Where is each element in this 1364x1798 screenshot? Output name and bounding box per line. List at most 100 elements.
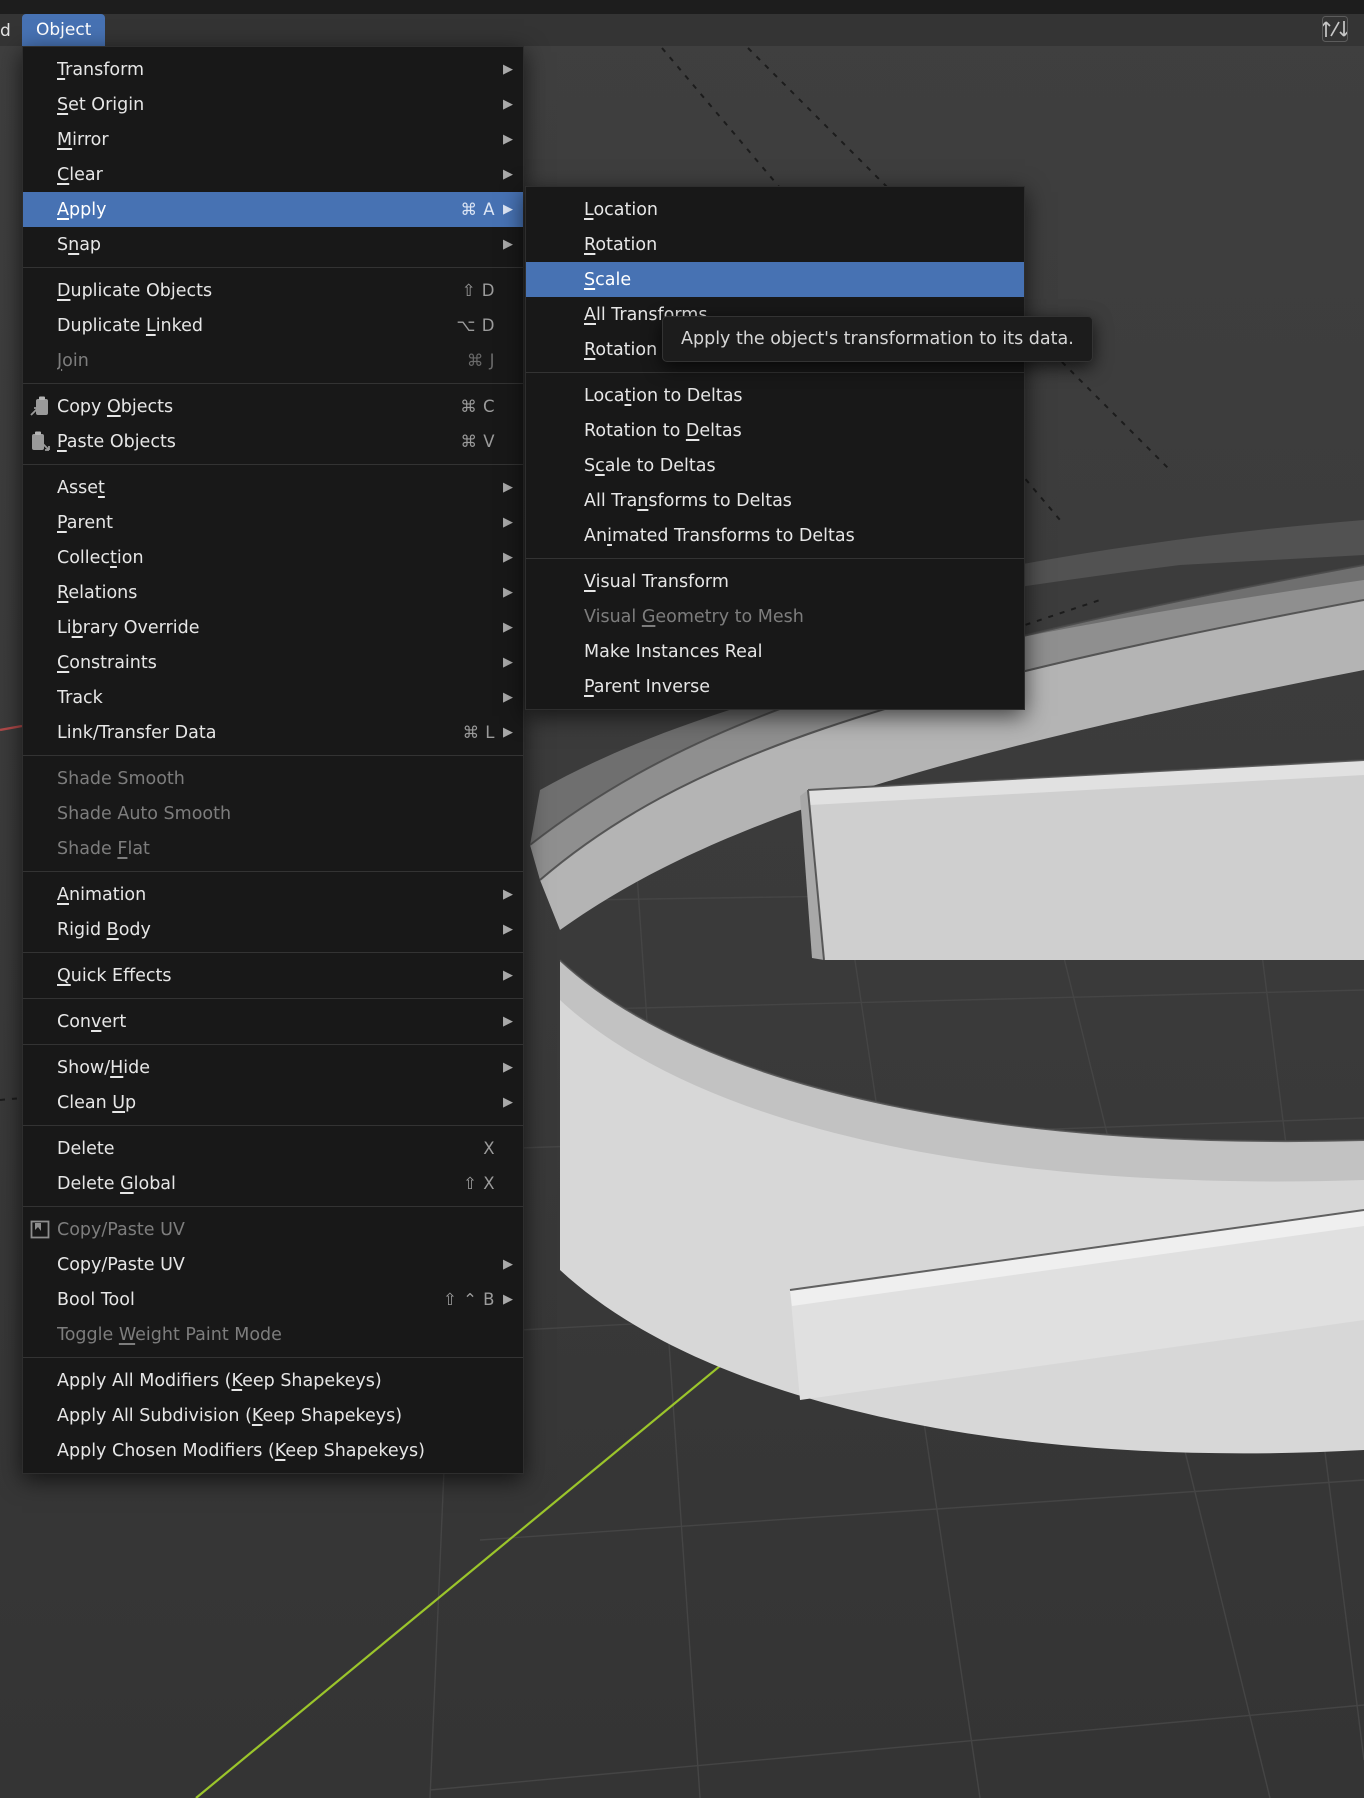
menu-item-label: Delete Global [57, 1173, 176, 1194]
menu-item[interactable]: Link/Transfer Data ⌘ L ▶ [23, 715, 523, 750]
menu-item[interactable]: Location▶ [526, 192, 1024, 227]
menu-item-label: Library Override [57, 617, 200, 638]
menu-item-label: Scale [584, 269, 632, 290]
menu-item[interactable]: Snap ▶ [23, 227, 523, 262]
menu-item[interactable]: Paste Objects⌘ V▶ [23, 424, 523, 459]
menu-item[interactable]: Copy/Paste UV ▶ [23, 1247, 523, 1282]
menu-item[interactable]: Delete Global⇧ X▶ [23, 1166, 523, 1201]
menu-item: Join⌘ J▶ [23, 343, 523, 378]
window-titlebar [0, 0, 1364, 14]
menu-item[interactable]: Make Instances Real▶ [526, 634, 1024, 669]
menu-item[interactable]: Parent Inverse▶ [526, 669, 1024, 704]
menu-item[interactable]: Duplicate Linked⌥ D▶ [23, 308, 523, 343]
menu-item-label: Apply Chosen Modifiers (Keep Shapekeys) [57, 1440, 425, 1461]
menu-item[interactable]: Rotation▶ [526, 227, 1024, 262]
menu-item-shortcut: ⌘ L [462, 723, 495, 742]
menu-item[interactable]: Library Override ▶ [23, 610, 523, 645]
menu-item[interactable]: Apply All Modifiers (Keep Shapekeys)▶ [23, 1363, 523, 1398]
menu-separator [23, 1125, 523, 1126]
menu-item-label: Animation [57, 884, 147, 905]
menu-item[interactable]: DeleteX▶ [23, 1131, 523, 1166]
paste-clipboard-icon [23, 431, 57, 452]
menu-item-label: Snap [57, 234, 102, 255]
menu-item[interactable]: Constraints ▶ [23, 645, 523, 680]
menu-item[interactable]: Visual Transform▶ [526, 564, 1024, 599]
submenu-arrow-icon: ▶ [503, 690, 513, 705]
menu-item[interactable]: All Transforms to Deltas▶ [526, 483, 1024, 518]
menu-item-shortcut: ⇧ D [461, 281, 495, 300]
menu-item-shortcut: ⌘ C [460, 397, 495, 416]
menu-separator [23, 464, 523, 465]
menu-item[interactable]: Apply ⌘ A ▶ [23, 192, 523, 227]
viewport-header[interactable] [0, 14, 1364, 46]
submenu-arrow-icon: ▶ [503, 515, 513, 530]
submenu-arrow-icon: ▶ [503, 132, 513, 147]
menu-item-label: Track [57, 687, 103, 708]
menu-item[interactable]: Copy Objects⌘ C▶ [23, 389, 523, 424]
menu-item[interactable]: Scale to Deltas▶ [526, 448, 1024, 483]
menu-separator [23, 1206, 523, 1207]
menu-item-label: Shade Flat [57, 838, 150, 859]
menu-item[interactable]: Track ▶ [23, 680, 523, 715]
menu-item-label: Parent Inverse [584, 676, 711, 697]
menu-separator [23, 1357, 523, 1358]
menu-item-label: Copy/Paste UV [57, 1219, 185, 1240]
submenu-arrow-icon: ▶ [503, 1095, 513, 1110]
menu-item[interactable]: Bool Tool ⇧ ⌃ B ▶ [23, 1282, 523, 1317]
menu-item[interactable]: Animation ▶ [23, 877, 523, 912]
menu-item-label: Visual Geometry to Mesh [584, 606, 804, 627]
menu-item-label: Join [57, 350, 89, 371]
submenu-arrow-icon: ▶ [503, 620, 513, 635]
copy-clipboard-icon [23, 396, 57, 417]
menu-item[interactable]: Parent ▶ [23, 505, 523, 540]
menu-item[interactable]: Clean Up ▶ [23, 1085, 523, 1120]
menu-item[interactable]: Rigid Body ▶ [23, 912, 523, 947]
submenu-arrow-icon: ▶ [503, 1014, 513, 1029]
menu-item[interactable]: Asset ▶ [23, 470, 523, 505]
menu-item-label: Paste Objects [57, 431, 176, 452]
menu-item-label: Clear [57, 164, 103, 185]
menu-item-label: Rotation to Deltas [584, 420, 742, 441]
menu-item-label: Constraints [57, 652, 157, 673]
menu-item[interactable]: Scale▶ [526, 262, 1024, 297]
menu-item[interactable]: Convert ▶ [23, 1004, 523, 1039]
menu-item[interactable]: Clear ▶ [23, 157, 523, 192]
menu-item-shortcut: ⌘ A [460, 200, 495, 219]
menu-item-label: Location to Deltas [584, 385, 743, 406]
menu-item-label: Toggle Weight Paint Mode [57, 1324, 282, 1345]
menu-item-label: Bool Tool [57, 1289, 135, 1310]
menu-item[interactable]: Collection ▶ [23, 540, 523, 575]
menu-item[interactable]: Apply Chosen Modifiers (Keep Shapekeys)▶ [23, 1433, 523, 1468]
menu-item[interactable]: Duplicate Objects⇧ D▶ [23, 273, 523, 308]
menu-item-label: Quick Effects [57, 965, 172, 986]
menu-separator [23, 1044, 523, 1045]
menu-item[interactable]: Location to Deltas▶ [526, 378, 1024, 413]
menu-item[interactable]: Show/Hide ▶ [23, 1050, 523, 1085]
menu-item-label: Location [584, 199, 659, 220]
menu-item[interactable]: Rotation to Deltas▶ [526, 413, 1024, 448]
menu-separator [23, 383, 523, 384]
object-menu-panel[interactable]: Transform ▶ Set Origin ▶ Mirror ▶ Clear ▶ Apply ⌘… [22, 46, 524, 1474]
menubar-object-menu[interactable]: Object [22, 14, 106, 46]
tooltip: Apply the object's transformation to its… [662, 316, 1093, 362]
submenu-arrow-icon: ▶ [503, 62, 513, 77]
menu-item-label: Copy/Paste UV [57, 1254, 185, 1275]
menu-item-label: Show/Hide [57, 1057, 151, 1078]
apply-submenu-panel[interactable]: Location▶Rotation▶Scale▶All Transforms▶R… [525, 186, 1025, 710]
menu-item[interactable]: Animated Transforms to Deltas▶ [526, 518, 1024, 553]
menu-item-shortcut: ⌘ J [466, 351, 495, 370]
menu-item[interactable]: Transform ▶ [23, 52, 523, 87]
menu-item[interactable]: Quick Effects ▶ [23, 958, 523, 993]
submenu-arrow-icon: ▶ [503, 887, 513, 902]
menu-item[interactable]: Relations ▶ [23, 575, 523, 610]
uv-addon-icon [23, 1219, 57, 1240]
menu-item-shortcut: ⌥ D [456, 316, 495, 335]
submenu-arrow-icon: ▶ [503, 550, 513, 565]
menu-item-label: All Transforms to Deltas [584, 490, 792, 511]
menu-item[interactable]: Mirror ▶ [23, 122, 523, 157]
menu-item: Visual Geometry to Mesh▶ [526, 599, 1024, 634]
submenu-arrow-icon: ▶ [503, 480, 513, 495]
orientation-gizmo-icon[interactable] [1320, 14, 1350, 44]
menu-item[interactable]: Apply All Subdivision (Keep Shapekeys)▶ [23, 1398, 523, 1433]
menu-item[interactable]: Set Origin ▶ [23, 87, 523, 122]
